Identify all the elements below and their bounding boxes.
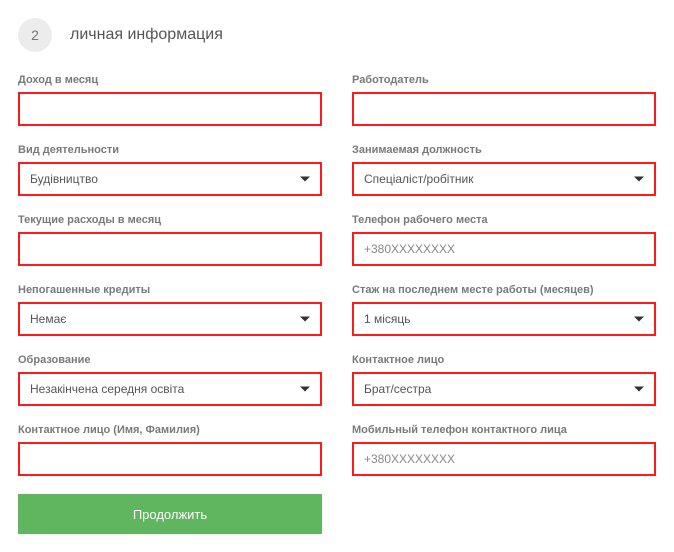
loans-value: Немає xyxy=(30,312,66,326)
field-loans: Непогашенные кредиты Немає xyxy=(18,284,322,336)
education-value: Незакінчена середня освіта xyxy=(30,382,184,396)
label-position: Занимаемая должность xyxy=(352,144,656,156)
label-income: Доход в месяц xyxy=(18,74,322,86)
loans-select[interactable]: Немає xyxy=(18,302,322,336)
contact-phone-placeholder: +380XXXXXXXX xyxy=(364,452,455,466)
label-work-phone: Телефон рабочего места xyxy=(352,214,656,226)
continue-label: Продолжить xyxy=(133,507,207,522)
label-activity: Вид деятельности xyxy=(18,144,322,156)
contact-person-select[interactable]: Брат/сестра xyxy=(352,372,656,406)
tenure-select[interactable]: 1 місяць xyxy=(352,302,656,336)
page-title: личная информация xyxy=(70,26,223,44)
label-expenses: Текущие расходы в месяц xyxy=(18,214,322,226)
continue-button[interactable]: Продолжить xyxy=(18,494,322,534)
tenure-value: 1 місяць xyxy=(364,312,411,326)
label-contact-phone: Мобильный телефон контактного лица xyxy=(352,424,656,436)
step-number: 2 xyxy=(31,27,39,43)
field-income: Доход в месяц xyxy=(18,74,322,126)
field-education: Образование Незакінчена середня освіта xyxy=(18,354,322,406)
field-contact-person: Контактное лицо Брат/сестра xyxy=(352,354,656,406)
label-contact-person: Контактное лицо xyxy=(352,354,656,366)
form-grid: Доход в месяц Работодатель Вид деятельно… xyxy=(18,74,656,476)
education-select[interactable]: Незакінчена середня освіта xyxy=(18,372,322,406)
field-employer: Работодатель xyxy=(352,74,656,126)
label-education: Образование xyxy=(18,354,322,366)
work-phone-placeholder: +380XXXXXXXX xyxy=(364,242,455,256)
contact-phone-input[interactable]: +380XXXXXXXX xyxy=(352,442,656,476)
position-value: Спеціаліст/робітник xyxy=(364,172,474,186)
label-tenure: Стаж на последнем месте работы (месяцев) xyxy=(352,284,656,296)
field-tenure: Стаж на последнем месте работы (месяцев)… xyxy=(352,284,656,336)
label-loans: Непогашенные кредиты xyxy=(18,284,322,296)
position-select[interactable]: Спеціаліст/робітник xyxy=(352,162,656,196)
step-header: 2 личная информация xyxy=(18,18,656,52)
field-expenses: Текущие расходы в месяц xyxy=(18,214,322,266)
step-number-badge: 2 xyxy=(18,18,52,52)
field-position: Занимаемая должность Спеціаліст/робітник xyxy=(352,144,656,196)
income-input[interactable] xyxy=(18,92,322,126)
label-employer: Работодатель xyxy=(352,74,656,86)
contact-person-value: Брат/сестра xyxy=(364,382,431,396)
contact-name-input[interactable] xyxy=(18,442,322,476)
field-work-phone: Телефон рабочего места +380XXXXXXXX xyxy=(352,214,656,266)
field-contact-name: Контактное лицо (Имя, Фамилия) xyxy=(18,424,322,476)
employer-input[interactable] xyxy=(352,92,656,126)
activity-select[interactable]: Будівництво xyxy=(18,162,322,196)
field-contact-phone: Мобильный телефон контактного лица +380X… xyxy=(352,424,656,476)
work-phone-input[interactable]: +380XXXXXXXX xyxy=(352,232,656,266)
expenses-input[interactable] xyxy=(18,232,322,266)
field-activity: Вид деятельности Будівництво xyxy=(18,144,322,196)
activity-value: Будівництво xyxy=(30,172,98,186)
label-contact-name: Контактное лицо (Имя, Фамилия) xyxy=(18,424,322,436)
